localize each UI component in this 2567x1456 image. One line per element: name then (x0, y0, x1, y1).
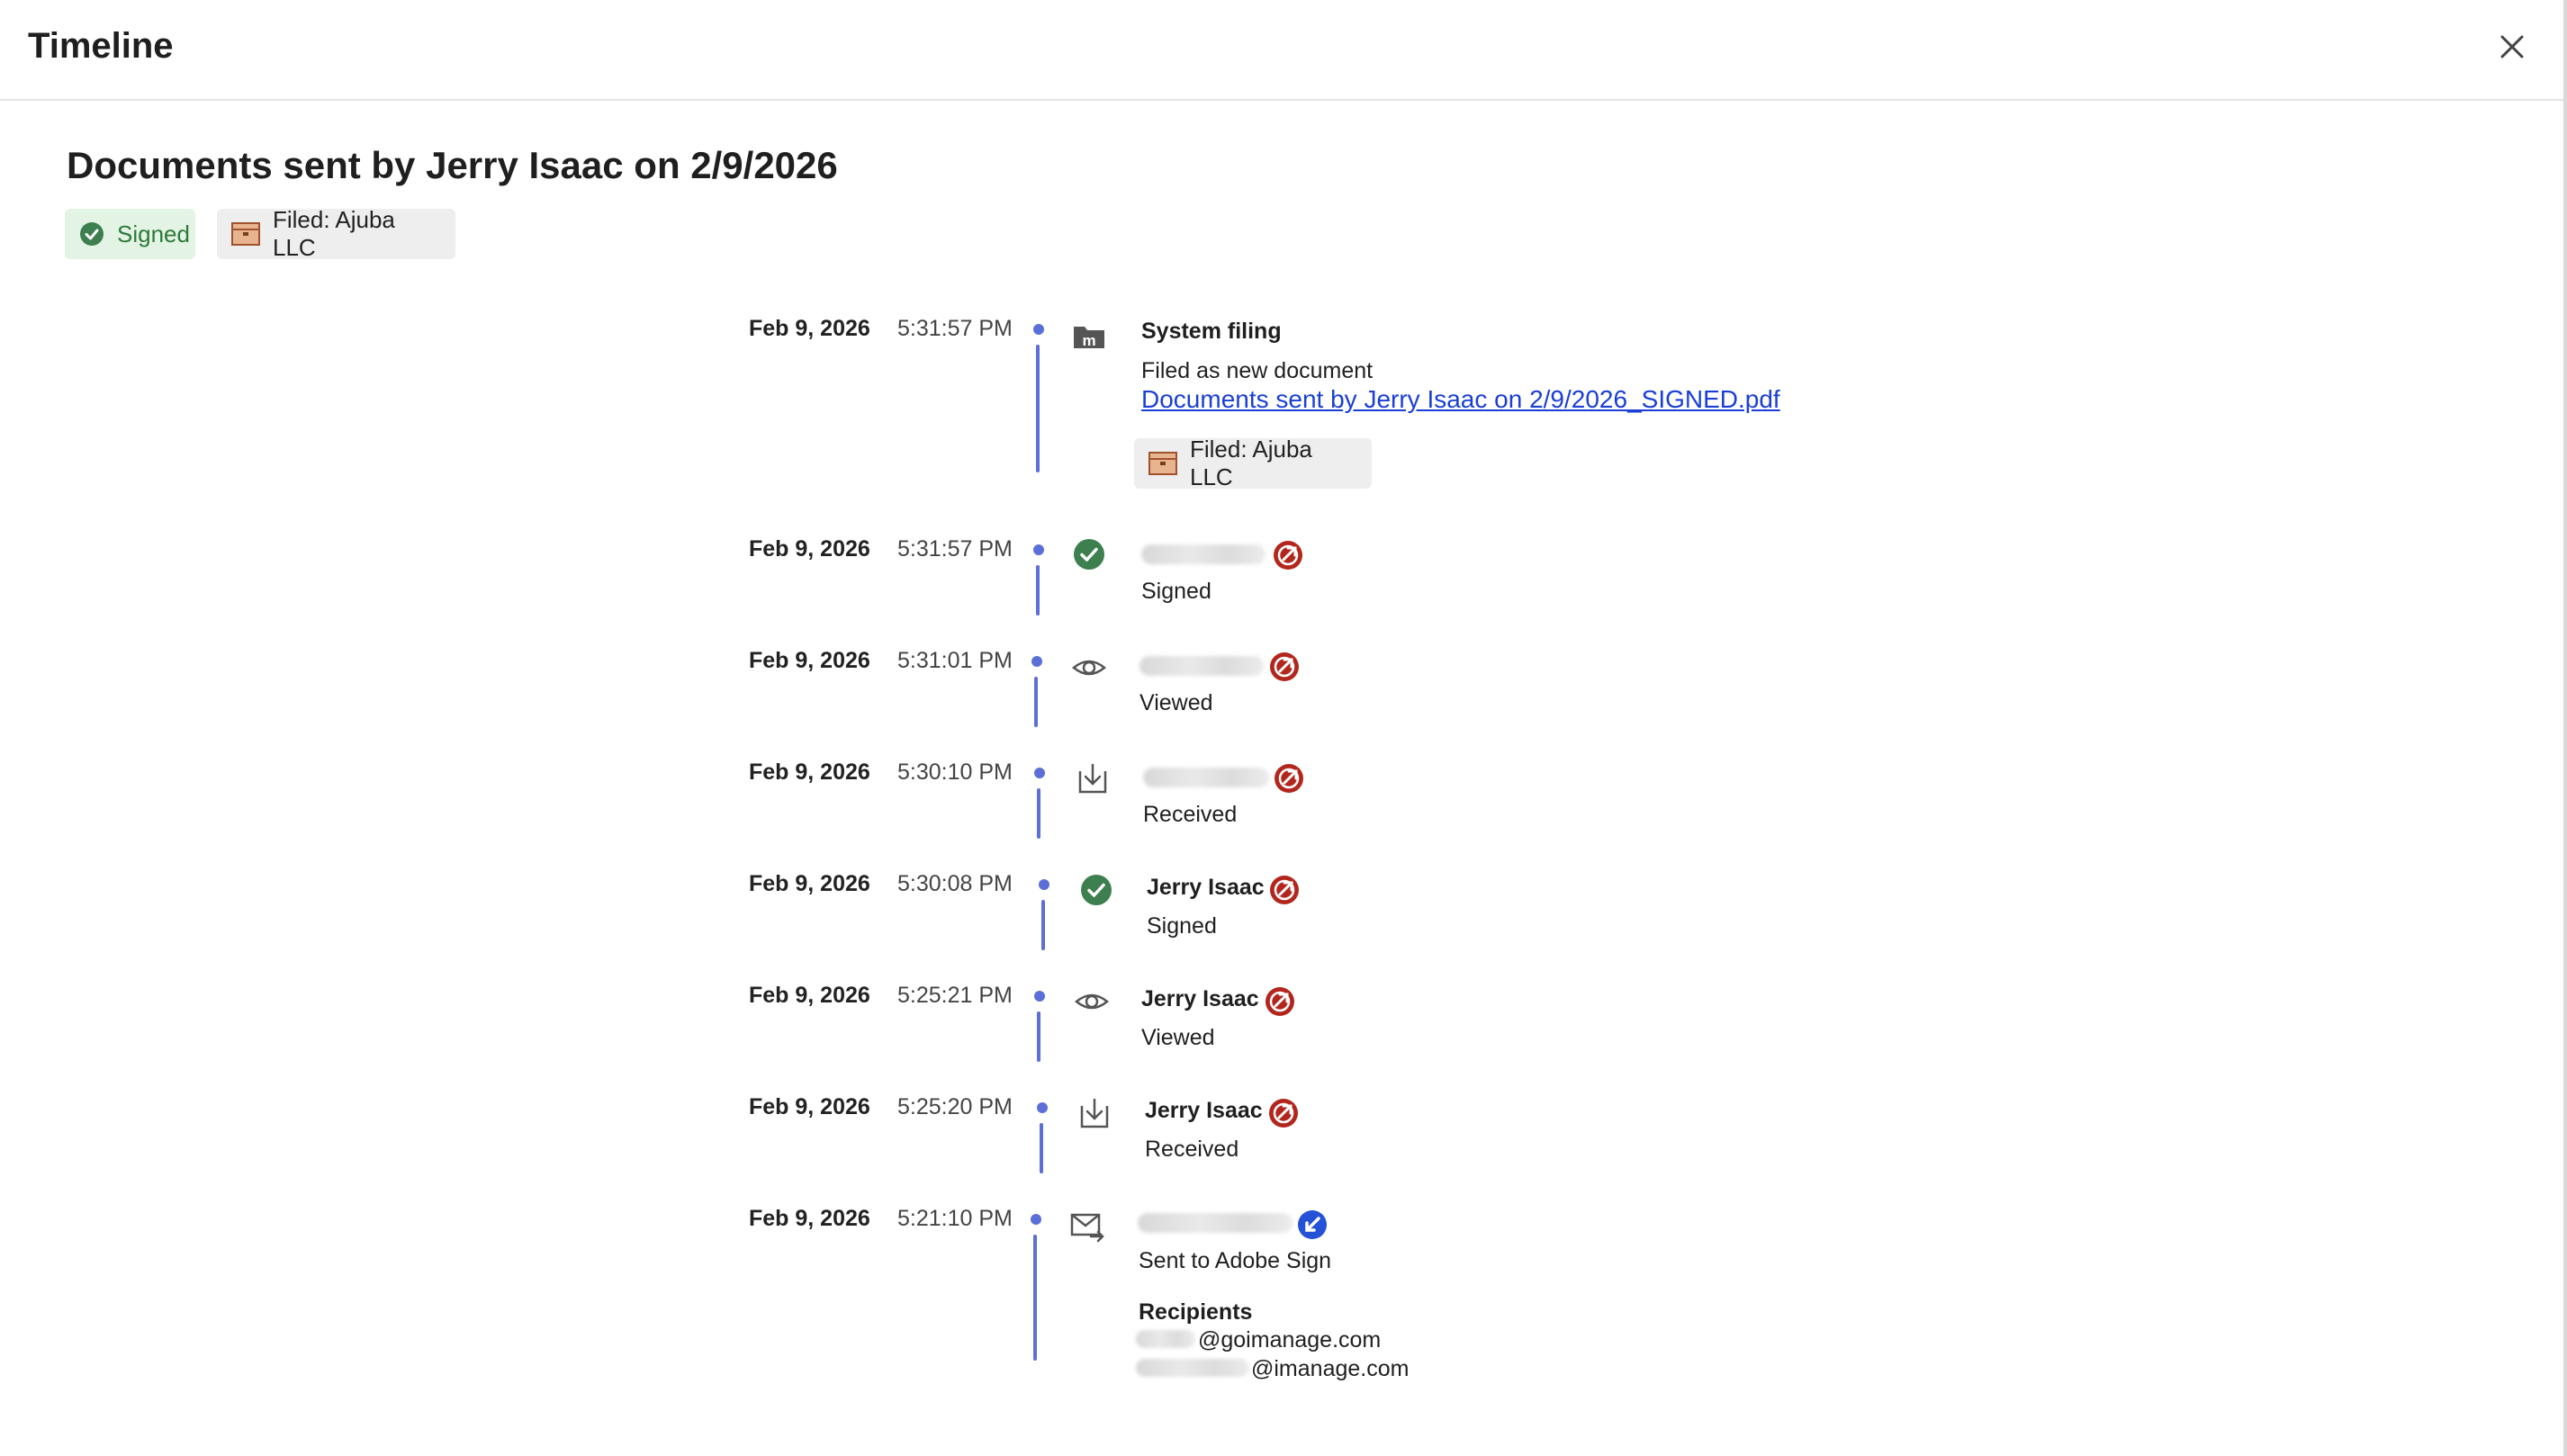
timeline-dot (1034, 991, 1045, 1002)
timeline-line (1034, 677, 1038, 727)
filed-label: Filed: Ajuba LLC (1190, 436, 1312, 490)
event-action: Sent to Adobe Sign (1139, 1248, 1332, 1273)
eye-icon (1075, 993, 1109, 1010)
redacted-recipient (1136, 1330, 1195, 1348)
status-label: Signed (117, 220, 190, 247)
dialog-header: Timeline (0, 0, 2567, 101)
recipient-email: @imanage.com (1251, 1356, 1410, 1381)
event-actor: Jerry Isaac (1145, 1098, 1263, 1123)
timeline-line (1033, 1235, 1037, 1361)
event-time: 5:31:57 PM (897, 536, 1013, 562)
event-date: Feb 9, 2026 (749, 316, 870, 341)
timeline-line (1036, 565, 1040, 616)
timeline-dot (1031, 656, 1042, 667)
event-action: Signed (1141, 579, 1211, 604)
timeline-line (1037, 1011, 1040, 1062)
inbound-arrow-icon[interactable] (1297, 1209, 1328, 1240)
document-link[interactable]: Documents sent by Jerry Isaac on 2/9/202… (1141, 385, 1780, 414)
event-time: 5:31:57 PM (897, 316, 1013, 341)
event-date: Feb 9, 2026 (749, 759, 870, 785)
filed-badge[interactable]: Filed: Ajuba LLC (217, 206, 455, 261)
redacted-actor (1143, 768, 1269, 787)
event-date: Feb 9, 2026 (749, 1094, 870, 1119)
event-date: Feb 9, 2026 (749, 983, 870, 1008)
filed-badge[interactable]: Filed: Ajuba LLC (1134, 436, 1372, 490)
redacted-actor (1141, 544, 1265, 564)
outbound-arrow-icon[interactable] (1273, 540, 1303, 571)
eye-icon (1072, 660, 1106, 676)
timeline-line (1041, 900, 1045, 950)
outbound-arrow-icon[interactable] (1269, 875, 1300, 905)
timeline-dot (1037, 1102, 1048, 1113)
redacted-actor (1138, 1213, 1293, 1233)
recipients-label: Recipients (1139, 1299, 1253, 1325)
outbound-arrow-icon[interactable] (1268, 1098, 1299, 1128)
event-time: 5:25:21 PM (897, 983, 1013, 1008)
check-circle-icon (80, 222, 104, 246)
event-time: 5:30:08 PM (897, 871, 1013, 896)
outbound-arrow-icon[interactable] (1265, 986, 1295, 1017)
timeline-line (1037, 788, 1040, 839)
cabinet-icon (1148, 452, 1177, 475)
timeline-dot (1033, 544, 1044, 555)
timeline-dot (1033, 324, 1044, 335)
check-circle-icon (1081, 875, 1112, 905)
event-action: Received (1143, 802, 1238, 827)
event-date: Feb 9, 2026 (749, 871, 870, 896)
event-date: Feb 9, 2026 (749, 1206, 870, 1231)
folder-m-icon: m (1074, 327, 1104, 349)
event-time: 5:30:10 PM (897, 759, 1013, 785)
timeline-dot (1034, 768, 1045, 778)
download-tray-icon (1078, 763, 1107, 794)
close-icon[interactable] (2495, 30, 2529, 64)
check-circle-icon (1074, 539, 1104, 570)
timeline-line (1040, 1123, 1043, 1173)
event-time: 5:25:20 PM (897, 1094, 1013, 1119)
event-action: Signed (1147, 913, 1217, 939)
page-title: Documents sent by Jerry Isaac on 2/9/202… (67, 144, 838, 186)
svg-text:m: m (1082, 332, 1095, 349)
event-action: Viewed (1139, 690, 1213, 715)
event-action: Received (1145, 1137, 1239, 1162)
timeline-dot (1031, 1214, 1041, 1225)
download-tray-icon (1080, 1098, 1109, 1128)
outbound-arrow-icon[interactable] (1269, 652, 1300, 682)
event-actor: Jerry Isaac (1141, 986, 1259, 1011)
event-time: 5:31:01 PM (897, 648, 1013, 673)
dialog-title: Timeline (28, 26, 174, 66)
event-actor: Jerry Isaac (1147, 875, 1265, 900)
redacted-recipient (1136, 1359, 1249, 1377)
event-action: Viewed (1141, 1025, 1215, 1050)
event-date: Feb 9, 2026 (749, 536, 870, 562)
cabinet-icon (231, 222, 260, 246)
recipient-email: @goimanage.com (1198, 1327, 1382, 1353)
redacted-actor (1139, 656, 1264, 676)
event-date: Feb 9, 2026 (749, 648, 870, 673)
timeline-line (1036, 345, 1040, 472)
envelope-send-icon (1070, 1213, 1104, 1243)
event-title: System filing (1141, 319, 1282, 344)
scrollbar-track[interactable] (2563, 0, 2567, 1456)
outbound-arrow-icon[interactable] (1274, 763, 1304, 794)
status-badge-signed: Signed (65, 209, 195, 259)
filed-label: Filed: Ajuba LLC (273, 206, 395, 261)
timeline-dot (1039, 879, 1049, 890)
event-time: 5:21:10 PM (897, 1206, 1013, 1231)
event-description: Filed as new document (1141, 358, 1374, 383)
